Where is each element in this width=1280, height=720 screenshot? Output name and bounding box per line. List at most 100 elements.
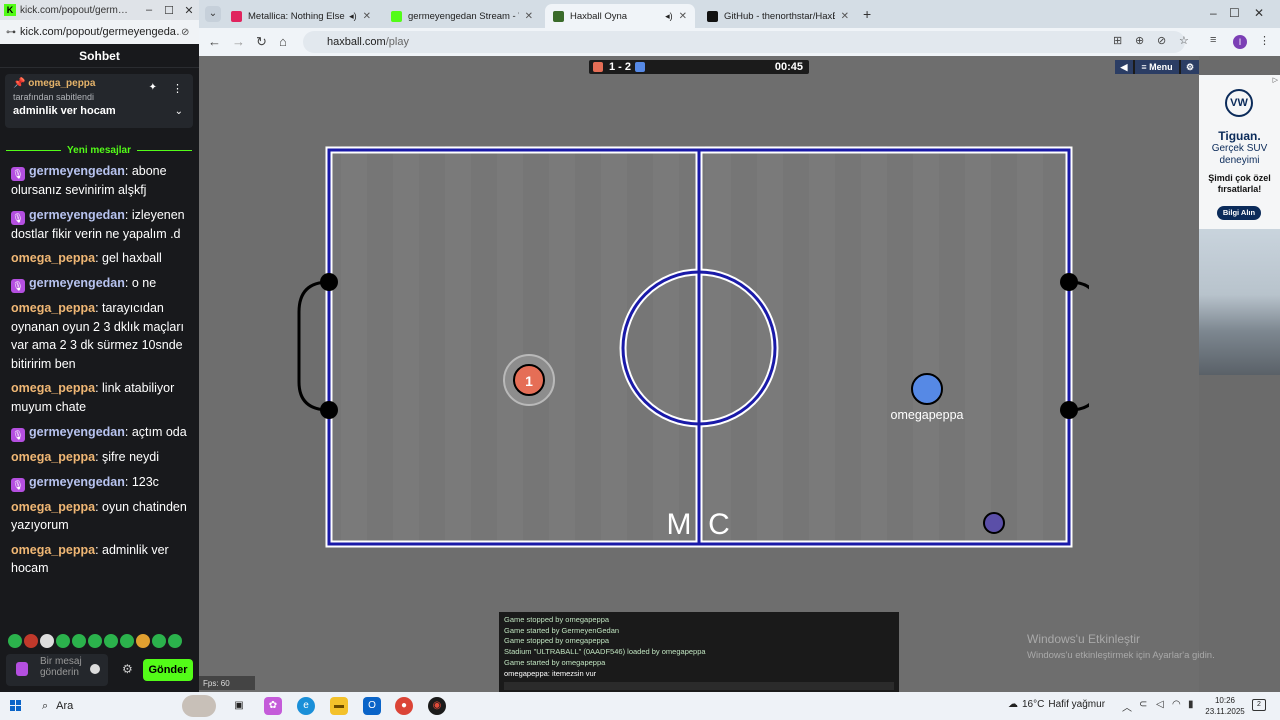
chat-text: : 123c xyxy=(124,474,159,489)
microphone-icon[interactable]: ▮ xyxy=(1188,699,1194,710)
game-chat-input[interactable] xyxy=(504,682,894,690)
emote-icon[interactable] xyxy=(40,634,54,648)
new-tab-icon[interactable]: + xyxy=(863,6,871,22)
maximize-icon[interactable]: ☐ xyxy=(1229,6,1240,20)
chat-username[interactable]: germeyengedan xyxy=(29,276,125,290)
kick-icon xyxy=(391,10,402,22)
emote-icon[interactable] xyxy=(72,634,86,648)
haxball-game[interactable]: 1 - 2 00:45 ◀ ≡ Menu ⚙ M C 1 omegapeppa … xyxy=(199,56,1215,692)
close-icon[interactable]: ✕ xyxy=(179,4,199,17)
game-chat-log: Game stopped by omegapeppa Game started b… xyxy=(499,612,899,692)
chat-message: 🎙 germeyengedan: o ne xyxy=(11,274,193,294)
minimize-icon[interactable]: – xyxy=(1210,6,1217,20)
minimize-icon[interactable]: – xyxy=(139,4,159,16)
home-icon[interactable]: ⌂ xyxy=(279,34,287,49)
translate-icon[interactable]: ⊞ xyxy=(1113,34,1122,47)
tab-search-icon[interactable]: ⌄ xyxy=(205,6,221,22)
ad-choices-icon[interactable]: ▷ xyxy=(1273,76,1278,84)
audio-playing-icon[interactable]: ◂) xyxy=(665,11,673,22)
chat-username[interactable]: germeyengedan xyxy=(29,425,125,439)
pinned-message[interactable]: 📌 omega_peppa tarafından sabitlendi admi… xyxy=(5,74,193,128)
wifi-icon[interactable]: ◠ xyxy=(1172,699,1181,710)
chat-username[interactable]: omega_peppa xyxy=(11,251,95,265)
tab-strip: ⌄ Metallica: Nothing Else Ma◂)✕germeyeng… xyxy=(199,0,1280,28)
reading-list-icon[interactable]: ≡ xyxy=(1210,34,1216,46)
task-view-icon[interactable]: ▣ xyxy=(230,697,248,715)
volume-icon[interactable]: ◁ xyxy=(1156,699,1164,710)
settings-icon[interactable]: ⚙ xyxy=(1181,60,1199,74)
emote-icon[interactable] xyxy=(152,634,166,648)
browser-tab[interactable]: germeyengedan Stream - Watc ✕ xyxy=(383,4,541,28)
forward-icon[interactable]: → xyxy=(232,34,245,49)
emote-icon[interactable] xyxy=(120,634,134,648)
taskbar-clock[interactable]: 10:26 23.11.2025 xyxy=(1204,695,1246,717)
chat-input[interactable]: Bir mesaj gönderin xyxy=(6,654,108,686)
edge-icon[interactable]: e xyxy=(297,697,315,715)
chat-username[interactable]: omega_peppa xyxy=(11,500,95,514)
goal-post xyxy=(1060,273,1078,291)
outlook-icon[interactable]: O xyxy=(363,697,381,715)
emote-icon[interactable] xyxy=(24,634,38,648)
weather-widget[interactable]: ☁ 16°C Hafif yağmur xyxy=(1008,699,1105,710)
zoom-icon[interactable]: ⊕ xyxy=(1135,34,1144,47)
notification-icon[interactable]: 2 xyxy=(1252,699,1266,711)
emote-icon[interactable] xyxy=(104,634,118,648)
send-button[interactable]: Gönder xyxy=(143,659,193,681)
network-icon[interactable]: ⊂ xyxy=(1139,699,1147,710)
bookmark-star-icon[interactable]: ☆ xyxy=(1179,34,1189,47)
close-tab-icon[interactable]: ✕ xyxy=(679,11,687,22)
close-icon[interactable]: ✕ xyxy=(1254,6,1264,20)
kick-url-text: kick.com/popout/germeyengeda… xyxy=(20,26,181,38)
pin-icon[interactable]: ✦ xyxy=(149,82,157,93)
file-explorer-icon[interactable]: ▬ xyxy=(330,697,348,715)
field-text-left: M xyxy=(667,508,692,541)
browser-tab[interactable]: Haxball Oyna ◂) ✕ xyxy=(545,4,695,28)
reload-icon[interactable]: ↻ xyxy=(256,34,267,50)
menu-button[interactable]: ≡ Menu xyxy=(1135,60,1179,74)
chat-username[interactable]: germeyengedan xyxy=(29,475,125,489)
back-icon[interactable]: ← xyxy=(208,34,221,49)
more-options-icon[interactable]: ⋮ xyxy=(172,82,183,95)
emote-icon[interactable] xyxy=(8,634,22,648)
chat-settings-icon[interactable]: ⚙ xyxy=(122,662,133,676)
temperature: 16°C xyxy=(1022,699,1045,710)
eye-off-icon[interactable]: ⊘ xyxy=(181,27,199,38)
browser-tab[interactable]: GitHub - thenorthstar/HaxBall- ✕ xyxy=(699,4,857,28)
chat-username[interactable]: omega_peppa xyxy=(11,301,95,315)
emote-icon[interactable] xyxy=(136,634,150,648)
chat-username[interactable]: germeyengedan xyxy=(29,164,125,178)
copilot-icon[interactable]: ✿ xyxy=(264,697,282,715)
close-tab-icon[interactable]: ✕ xyxy=(841,11,849,22)
eye-off-icon[interactable]: ⊘ xyxy=(1157,34,1166,47)
chat-username[interactable]: germeyengedan xyxy=(29,208,125,222)
site-info-icon[interactable]: ⊶ xyxy=(6,27,20,38)
tab-title: Metallica: Nothing Else Ma xyxy=(248,10,345,22)
app-icon[interactable]: ◉ xyxy=(428,697,446,715)
close-tab-icon[interactable]: ✕ xyxy=(363,11,371,22)
game-chat-line: omegapeppa: itemezsin vur xyxy=(504,668,597,678)
taskbar-search[interactable]: ⌕ Ara xyxy=(36,695,216,717)
chat-username[interactable]: omega_peppa xyxy=(11,543,95,557)
vw-advertisement[interactable]: ▷ VW Tiguan. Gerçek SUV deneyimi Şimdi ç… xyxy=(1199,75,1280,375)
browser-tab[interactable]: Metallica: Nothing Else Ma ◂) ✕ xyxy=(223,4,379,28)
tray-chevron-icon[interactable]: ︿ xyxy=(1122,699,1132,714)
maximize-icon[interactable]: ☐ xyxy=(159,4,179,17)
chat-username[interactable]: omega_peppa xyxy=(11,450,95,464)
ad-info-button[interactable]: Bilgi Alın xyxy=(1217,206,1261,220)
kick-url-bar[interactable]: ⊶ kick.com/popout/germeyengeda… ⊘ xyxy=(0,20,199,44)
weather-text: Hafif yağmur xyxy=(1048,699,1106,710)
audio-playing-icon[interactable]: ◂) xyxy=(349,11,357,22)
emote-icon[interactable] xyxy=(56,634,70,648)
emote-icon[interactable] xyxy=(88,634,102,648)
close-tab-icon[interactable]: ✕ xyxy=(525,11,533,22)
chevron-down-icon[interactable]: ⌄ xyxy=(175,106,183,117)
profile-avatar[interactable]: I xyxy=(1233,35,1247,49)
url-field[interactable]: haxball.com/play xyxy=(303,31,1185,53)
start-icon[interactable] xyxy=(10,700,22,712)
browser-menu-icon[interactable]: ⋮ xyxy=(1259,34,1270,47)
chat-username[interactable]: omega_peppa xyxy=(11,381,95,395)
emoji-icon[interactable] xyxy=(90,664,100,674)
emote-icon[interactable] xyxy=(168,634,182,648)
chrome-icon[interactable]: ● xyxy=(395,697,413,715)
sound-icon[interactable]: ◀ xyxy=(1115,60,1133,74)
